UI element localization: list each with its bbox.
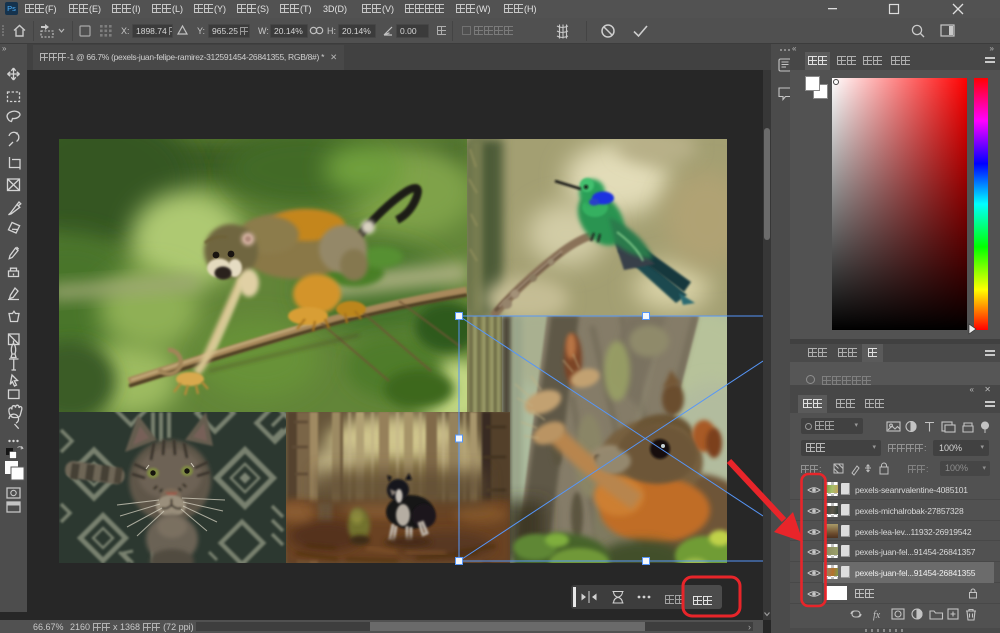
svg-text:fx: fx	[873, 610, 881, 621]
